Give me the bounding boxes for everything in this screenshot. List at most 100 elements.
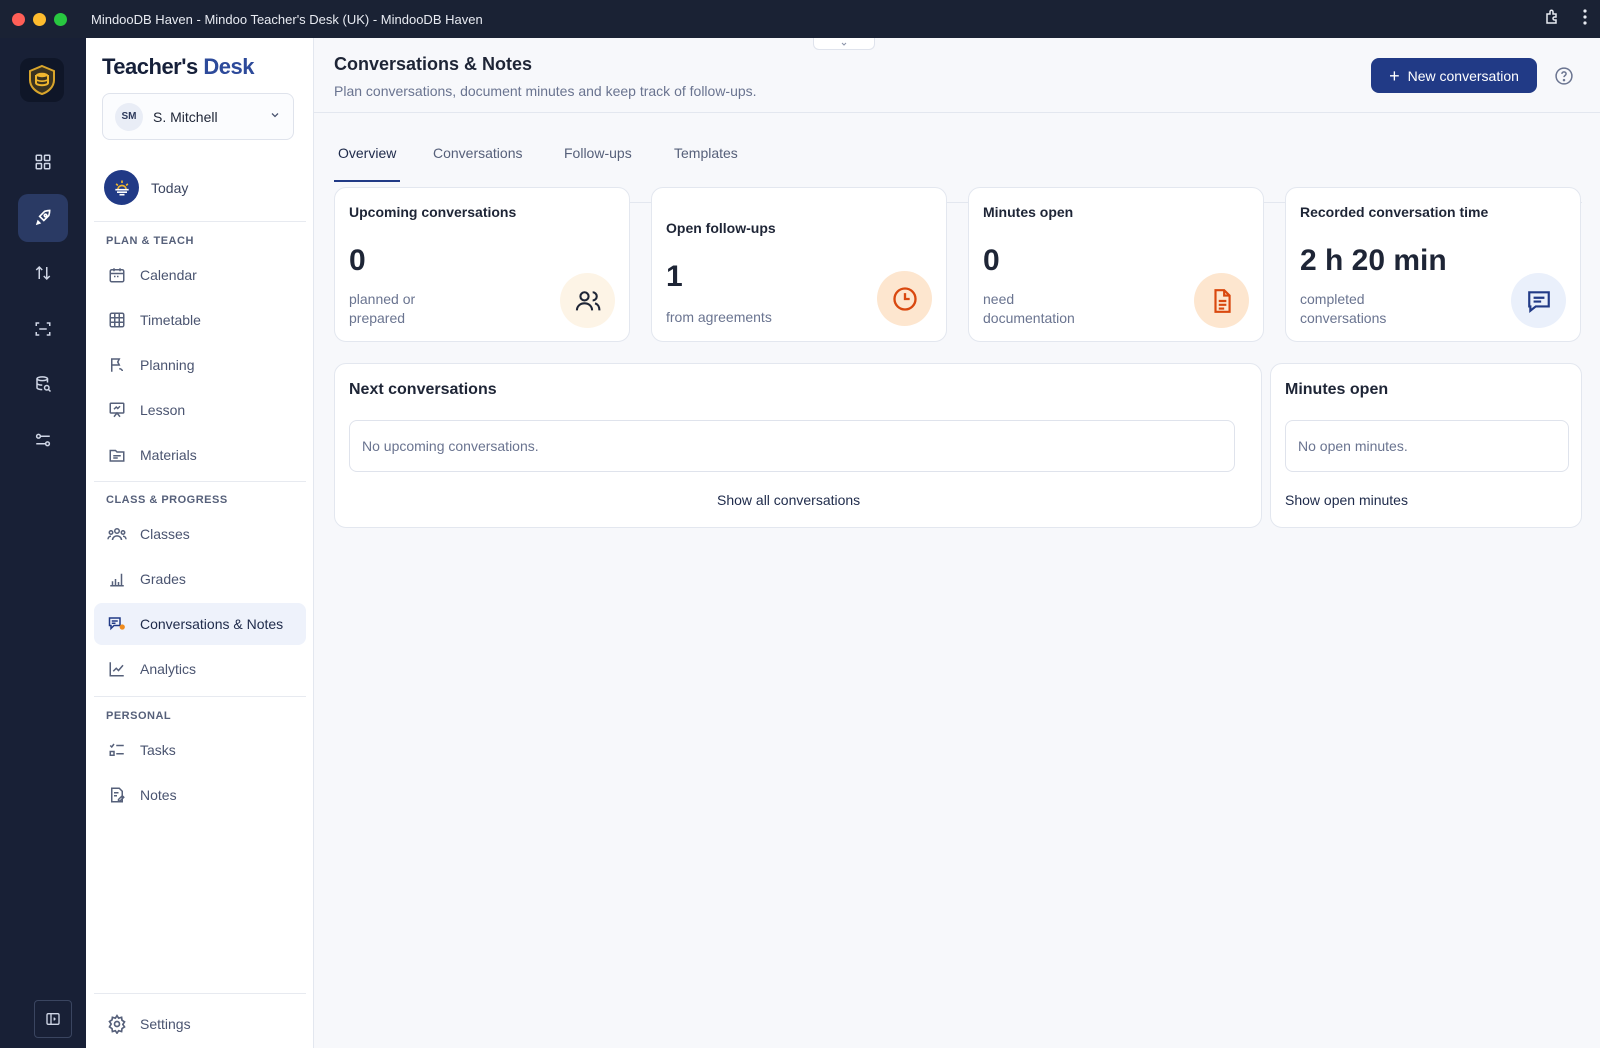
sidebar-item-tasks[interactable]: Tasks — [94, 729, 306, 771]
page-header: Conversations & Notes Plan conversations… — [314, 38, 1600, 113]
note-edit-icon — [106, 784, 128, 806]
sidebar-item-label: Calendar — [140, 267, 197, 283]
sidebar-item-label: Today — [151, 179, 189, 196]
presentation-icon — [106, 399, 128, 421]
brand-logo: Teacher's Desk — [102, 54, 254, 79]
chat-notification-icon — [106, 613, 128, 635]
gear-icon — [106, 1013, 128, 1035]
grid-table-icon — [106, 309, 128, 331]
stat-subtext: need documentation — [983, 291, 1075, 326]
sidebar-item-label: Grades — [140, 571, 186, 587]
user-selector[interactable]: SM S. Mitchell — [102, 93, 294, 140]
calendar-icon — [106, 264, 128, 286]
sunrise-icon — [104, 170, 139, 205]
sidebar-item-conversations-notes[interactable]: Conversations & Notes — [94, 603, 306, 645]
sidebar-item-label: Analytics — [140, 661, 197, 677]
sidebar-item-label: Settings — [140, 1016, 191, 1032]
show-open-minutes-link[interactable]: Show open minutes — [1285, 492, 1408, 508]
sidebar-item-timetable[interactable]: Timetable — [94, 299, 306, 341]
sidebar-item-label: Planning — [140, 357, 195, 373]
bar-chart-icon — [106, 568, 128, 590]
stat-card-minutes-open[interactable]: Minutes open 0 need documentation — [968, 187, 1264, 342]
checklist-icon — [106, 739, 128, 761]
sidebar-item-analytics[interactable]: Analytics — [94, 648, 306, 690]
sidebar: Teacher's Desk SM S. Mitchell Today PLAN… — [86, 38, 314, 1048]
window-controls — [12, 12, 67, 26]
sidebar-item-notes[interactable]: Notes — [94, 774, 306, 816]
sidebar-item-label: Materials — [140, 447, 197, 463]
maximize-window-button[interactable] — [54, 12, 67, 26]
stat-value: 0 — [983, 244, 1000, 277]
minimize-window-button[interactable] — [33, 12, 46, 26]
users-icon — [560, 273, 615, 328]
stat-label: Upcoming conversations — [349, 204, 517, 220]
minutes-open-panel: Minutes open No open minutes. Show open … — [1270, 363, 1582, 528]
sidebar-item-label: Classes — [140, 526, 190, 542]
sidebar-item-grades[interactable]: Grades — [94, 558, 306, 600]
window-titlebar: MindooDB Haven - Mindoo Teacher's Desk (… — [0, 0, 1600, 38]
sidebar-item-label: Notes — [140, 787, 177, 803]
main-content: Conversations & Notes Plan conversations… — [314, 38, 1600, 1048]
empty-state-message: No upcoming conversations. — [349, 420, 1235, 472]
collapse-sidebar-button[interactable] — [34, 1000, 72, 1038]
section-heading-class: CLASS & PROGRESS — [106, 494, 228, 506]
tab-follow-ups[interactable]: Follow-ups — [560, 135, 636, 182]
stat-value: 1 — [666, 260, 683, 293]
divider — [94, 221, 306, 222]
tab-overview[interactable]: Overview — [334, 135, 401, 182]
sidebar-item-planning[interactable]: Planning — [94, 344, 306, 386]
rail-settings-sliders-icon[interactable] — [18, 416, 68, 464]
sidebar-item-settings[interactable]: Settings — [94, 1003, 306, 1045]
divider — [94, 993, 306, 994]
document-icon — [1194, 273, 1249, 328]
app-logo[interactable] — [20, 58, 64, 102]
chevron-down-icon — [269, 108, 281, 126]
sidebar-item-classes[interactable]: Classes — [94, 513, 306, 555]
sidebar-item-materials[interactable]: Materials — [94, 434, 306, 476]
clock-icon — [877, 271, 932, 326]
stat-label: Recorded conversation time — [1300, 204, 1489, 220]
stat-subtext: from agreements — [666, 309, 772, 325]
empty-state-message: No open minutes. — [1285, 420, 1569, 472]
stat-card-upcoming[interactable]: Upcoming conversations 0 planned or prep… — [334, 187, 630, 342]
flag-route-icon — [106, 354, 128, 376]
help-icon[interactable] — [1554, 66, 1574, 91]
page-subtitle: Plan conversations, document minutes and… — [334, 83, 757, 99]
sidebar-item-calendar[interactable]: Calendar — [94, 254, 306, 296]
stat-value: 0 — [349, 244, 366, 277]
stat-card-follow-ups[interactable]: Open follow-ups 1 from agreements — [651, 187, 947, 342]
rail-scan-icon[interactable] — [18, 305, 68, 353]
sidebar-item-today[interactable]: Today — [104, 170, 188, 205]
stat-card-recorded-time[interactable]: Recorded conversation time 2 h 20 min co… — [1285, 187, 1581, 342]
extensions-icon[interactable] — [1544, 8, 1562, 26]
divider — [94, 696, 306, 697]
page-title: Conversations & Notes — [334, 54, 533, 74]
tab-templates[interactable]: Templates — [670, 135, 742, 182]
pull-down-handle[interactable] — [813, 38, 875, 50]
panel-title: Minutes open — [1285, 381, 1389, 398]
new-conversation-button[interactable]: + New conversation — [1371, 58, 1537, 93]
plus-icon: + — [1389, 65, 1400, 86]
rail-database-search-icon[interactable] — [18, 360, 68, 408]
sidebar-item-label: Conversations & Notes — [140, 616, 284, 632]
rail-sync-icon[interactable] — [18, 249, 68, 297]
window-title: MindooDB Haven - Mindoo Teacher's Desk (… — [91, 11, 483, 27]
section-heading-plan: PLAN & TEACH — [106, 235, 194, 247]
tab-conversations[interactable]: Conversations — [429, 135, 527, 182]
section-heading-personal: PERSONAL — [106, 710, 172, 722]
group-icon — [106, 523, 128, 545]
sidebar-item-label: Timetable — [140, 312, 201, 328]
close-window-button[interactable] — [12, 12, 25, 26]
rail-rocket-icon[interactable] — [18, 194, 68, 242]
folder-icon — [106, 444, 128, 466]
stat-value: 2 h 20 min — [1300, 244, 1447, 277]
sidebar-item-lesson[interactable]: Lesson — [94, 389, 306, 431]
stat-label: Minutes open — [983, 204, 1074, 220]
user-name: S. Mitchell — [153, 108, 218, 125]
rail-dashboard-icon[interactable] — [18, 138, 68, 186]
stat-subtext: planned or prepared — [349, 291, 416, 326]
more-vertical-icon[interactable] — [1582, 8, 1588, 26]
show-all-conversations-link[interactable]: Show all conversations — [717, 492, 860, 508]
app-rail — [0, 38, 86, 1048]
button-label: New conversation — [1407, 67, 1519, 84]
